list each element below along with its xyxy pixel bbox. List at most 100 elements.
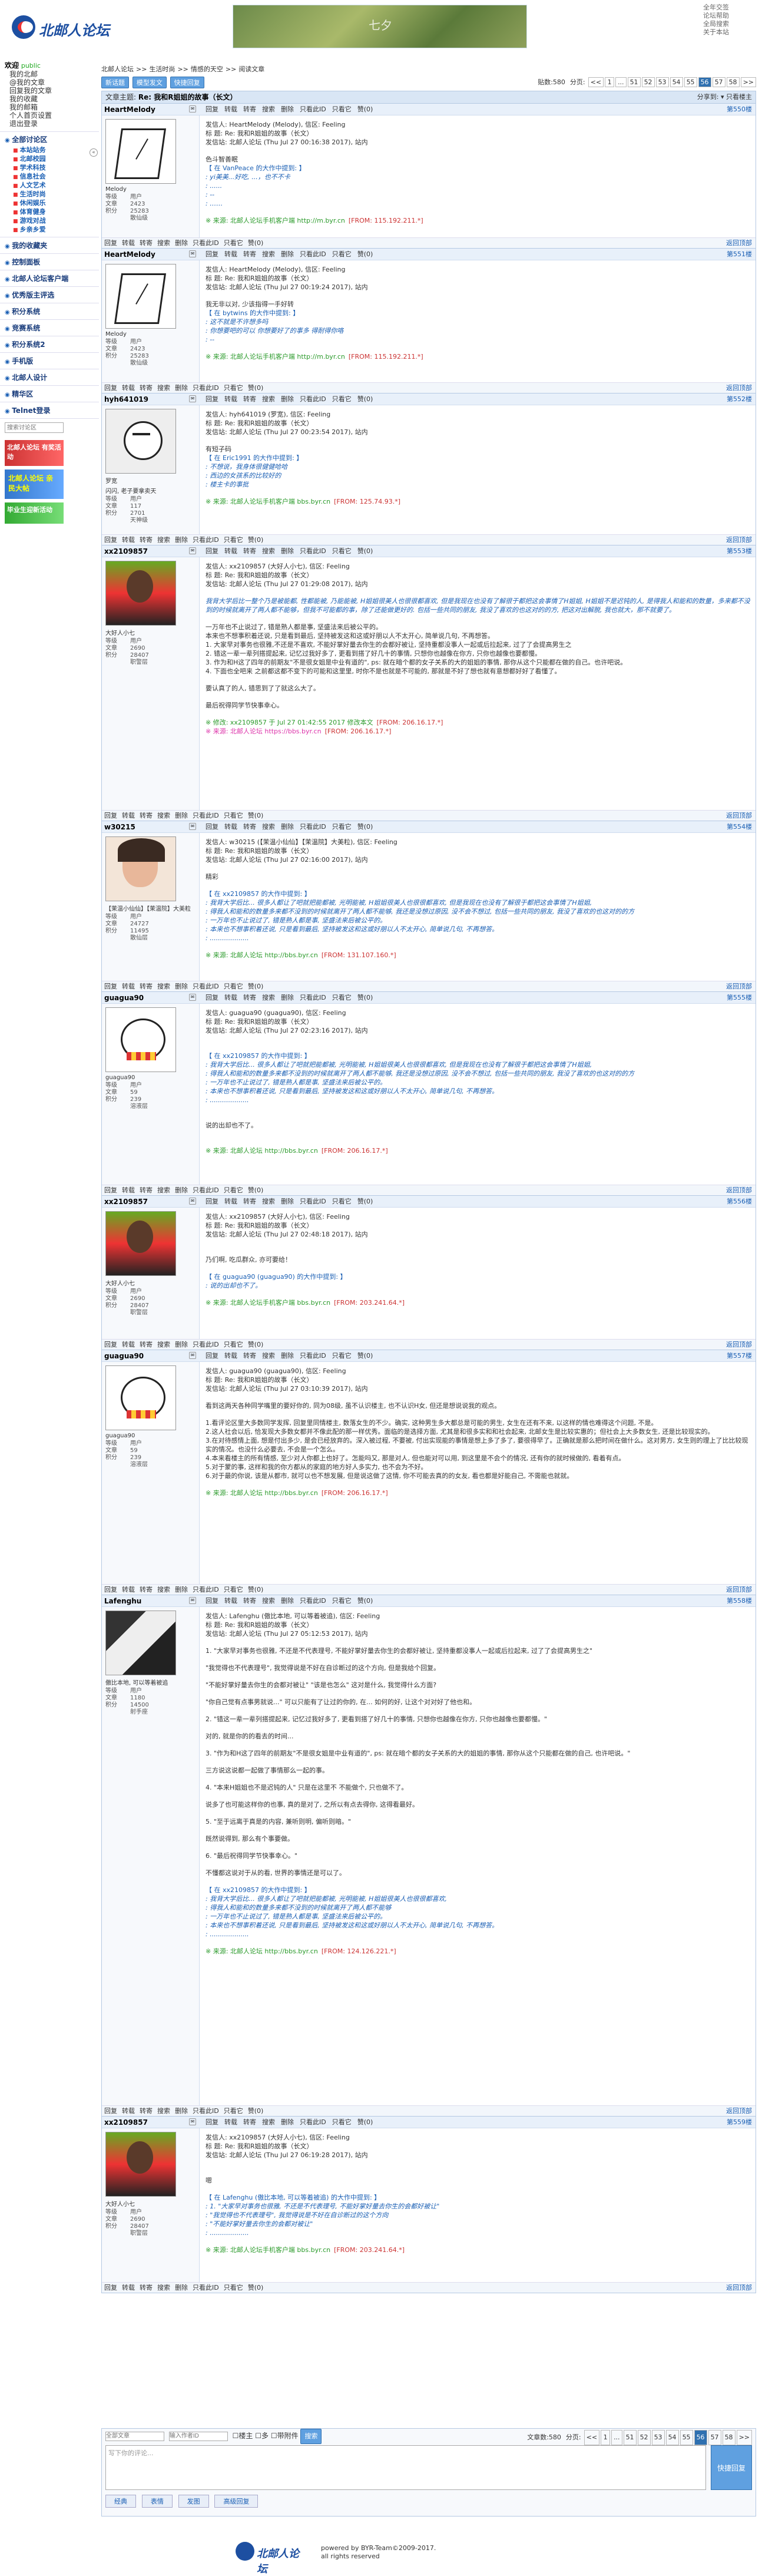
section-link[interactable]: 乡亲乡爱	[5, 226, 94, 234]
post-author[interactable]: guagua90	[104, 1350, 144, 1362]
post-footer-tool[interactable]: 回复	[104, 1341, 117, 1348]
post-tool[interactable]: 只看此ID	[300, 1597, 326, 1605]
post-tool[interactable]: 转寄	[243, 105, 256, 113]
back-to-top-link[interactable]: 返回顶部	[726, 1585, 752, 1595]
reply-tool-emoji[interactable]: 表情	[141, 2495, 173, 2508]
post-footer-tool[interactable]: 只看此ID	[193, 536, 219, 544]
post-tool[interactable]: 删除	[281, 395, 294, 403]
user-status[interactable]: public	[21, 62, 41, 70]
sidebar-link[interactable]: 手机版	[0, 353, 99, 369]
floor-number[interactable]: 第555楼	[727, 992, 752, 1004]
mail-icon[interactable]: ✉	[189, 395, 196, 402]
post-tool[interactable]: 删除	[281, 1198, 294, 1205]
post-tool[interactable]: 只看此ID	[300, 2118, 326, 2126]
top-link[interactable]: 全局搜索	[703, 20, 738, 28]
post-author[interactable]: xx2109857	[104, 545, 148, 557]
back-to-top-link[interactable]: 返回顶部	[726, 1185, 752, 1196]
post-tool[interactable]: 回复	[206, 547, 218, 555]
post-footer-tool[interactable]: 转寄	[140, 1186, 153, 1194]
floor-number[interactable]: 第558楼	[727, 1595, 752, 1607]
mail-icon[interactable]: ✉	[189, 250, 196, 257]
post-tool[interactable]: 只看它	[332, 105, 352, 113]
post-tool[interactable]: 赞(0)	[357, 547, 373, 555]
checkbox-more[interactable]: ☐多	[255, 2432, 269, 2440]
page-link[interactable]: 1	[601, 2430, 611, 2445]
sidebar-link[interactable]: 北邮人设计	[0, 369, 99, 386]
post-tool[interactable]: 转载	[224, 994, 237, 1001]
post-tool[interactable]: 转寄	[243, 547, 256, 555]
post-tool[interactable]: 只看此ID	[300, 994, 326, 1001]
page-link[interactable]: 54	[670, 77, 683, 87]
post-tool[interactable]: 删除	[281, 994, 294, 1001]
post-footer-tool[interactable]: 赞(0)	[248, 536, 264, 544]
post-tool[interactable]: 回复	[206, 2118, 218, 2126]
post-footer-tool[interactable]: 删除	[175, 2107, 188, 2115]
post-footer-tool[interactable]: 搜索	[157, 1186, 170, 1194]
post-footer-tool[interactable]: 搜索	[157, 536, 170, 544]
sidebar-collapse-icon[interactable]: «	[90, 148, 98, 157]
floor-number[interactable]: 第550楼	[727, 104, 752, 115]
post-tool[interactable]: 只看此ID	[300, 105, 326, 113]
top-link[interactable]: 全年交签	[703, 4, 738, 12]
user-link[interactable]: 我的邮箱	[5, 103, 94, 111]
new-topic-button[interactable]: 新话题	[101, 77, 129, 88]
quick-reply-button[interactable]: 快捷回复	[170, 77, 204, 88]
post-footer-tool[interactable]: 转寄	[140, 2284, 153, 2291]
post-footer-tool[interactable]: 搜索	[157, 384, 170, 392]
floor-number[interactable]: 第553楼	[727, 545, 752, 557]
section-link[interactable]: 人文艺术	[5, 181, 94, 190]
post-footer-tool[interactable]: 回复	[104, 1186, 117, 1194]
sidebar-ad-1[interactable]: 北邮人论坛 有奖活动	[5, 440, 64, 466]
post-footer-tool[interactable]: 转载	[122, 1186, 135, 1194]
avatar[interactable]	[105, 1007, 176, 1072]
post-footer-tool[interactable]: 赞(0)	[248, 983, 264, 990]
post-footer-tool[interactable]: 只看它	[224, 536, 243, 544]
post-footer-tool[interactable]: 只看此ID	[193, 1186, 219, 1194]
mail-icon[interactable]: ✉	[189, 1597, 196, 1604]
page-link[interactable]: <<	[588, 77, 604, 87]
post-footer-tool[interactable]: 删除	[175, 983, 188, 990]
post-tool[interactable]: 搜索	[262, 1597, 275, 1605]
floor-number[interactable]: 第557楼	[727, 1350, 752, 1362]
post-footer-tool[interactable]: 赞(0)	[248, 1341, 264, 1348]
post-tool[interactable]: 只看它	[332, 994, 352, 1001]
post-tool[interactable]: 回复	[206, 250, 218, 258]
section-link[interactable]: 体育健身	[5, 208, 94, 217]
back-to-top-link[interactable]: 返回顶部	[726, 535, 752, 545]
back-to-top-link[interactable]: 返回顶部	[726, 238, 752, 249]
post-footer-tool[interactable]: 只看它	[224, 1341, 243, 1348]
user-link[interactable]: 我的收藏	[5, 95, 94, 103]
page-link[interactable]: 57	[712, 77, 725, 87]
post-footer-tool[interactable]: 只看它	[224, 2284, 243, 2291]
post-tool[interactable]: 转寄	[243, 1352, 256, 1360]
post-footer-tool[interactable]: 回复	[104, 983, 117, 990]
post-author[interactable]: HeartMelody	[104, 104, 155, 115]
post-tool[interactable]: 只看此ID	[300, 823, 326, 831]
avatar[interactable]	[105, 409, 176, 474]
post-footer-tool[interactable]: 回复	[104, 1586, 117, 1593]
section-link[interactable]: 北邮校园	[5, 155, 94, 164]
post-footer-tool[interactable]: 搜索	[157, 812, 170, 819]
avatar[interactable]	[105, 561, 176, 626]
page-link[interactable]: ...	[611, 2430, 622, 2445]
post-tool[interactable]: 赞(0)	[357, 823, 373, 831]
post-tool[interactable]: 只看它	[332, 823, 352, 831]
post-tool[interactable]: 搜索	[262, 395, 275, 403]
breadcrumb-item[interactable]: 生活时尚	[149, 65, 175, 73]
post-tool[interactable]: 转寄	[243, 823, 256, 831]
post-footer-tool[interactable]: 删除	[175, 2284, 188, 2291]
post-tool[interactable]: 转寄	[243, 395, 256, 403]
avatar[interactable]	[105, 1611, 176, 1675]
post-tool[interactable]: 赞(0)	[357, 994, 373, 1001]
sidebar-link[interactable]: Telnet登录	[0, 402, 99, 419]
post-tool[interactable]: 赞(0)	[357, 250, 373, 258]
post-tool[interactable]: 赞(0)	[357, 1198, 373, 1205]
post-tool[interactable]: 转寄	[243, 994, 256, 1001]
sidebar-link[interactable]: 优秀版主评选	[0, 287, 99, 303]
post-author[interactable]: guagua90	[104, 992, 144, 1004]
sidebar-link[interactable]: 精华区	[0, 386, 99, 402]
reply-tool-classic[interactable]: 经典	[105, 2495, 136, 2508]
post-footer-tool[interactable]: 回复	[104, 239, 117, 247]
post-footer-tool[interactable]: 回复	[104, 384, 117, 392]
floor-number[interactable]: 第559楼	[727, 2117, 752, 2128]
